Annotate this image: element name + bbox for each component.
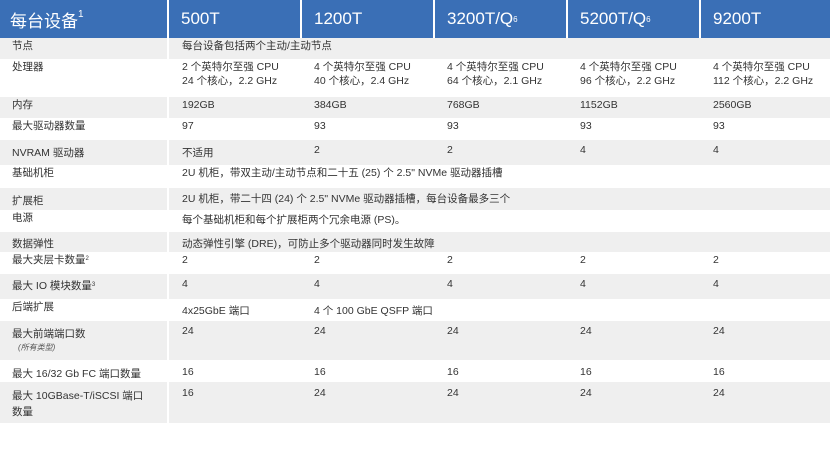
cell: 1152GB [567,97,700,118]
row-nodes: 节点 每台设备包括两个主动/主动节点 [0,38,830,59]
row-label: 后端扩展 [0,299,169,321]
row-io-modules: 最大 IO 模块数量3 4 4 4 4 4 [0,274,830,299]
spec-table: 每台设备1 500T 1200T 3200T/Q6 5200T/Q6 9200T… [0,0,830,423]
row-label: NVRAM 驱动器 [0,140,169,165]
header-row: 每台设备1 500T 1200T 3200T/Q6 5200T/Q6 9200T [0,0,830,38]
row-label: 最大 10GBase-T/iSCSI 端口数量 [0,382,169,423]
cell: 4 [168,274,301,299]
cell: 4 [434,274,567,299]
cell: 384GB [301,97,434,118]
row-label: 最大 16/32 Gb FC 端口数量 [0,360,169,382]
cell: 24 [301,321,434,360]
cell: 93 [447,120,459,132]
cell: 4 [567,274,700,299]
row-mezzanine: 最大夹层卡数量2 2 2 2 2 2 [0,252,830,274]
cell: 2560GB [700,97,830,118]
model-500t: 500T [168,0,302,38]
row-backend: 后端扩展 4x25GbE 端口 4 个 100 GbE QSFP 端口 [0,299,830,321]
row-resiliency: 数据弹性 动态弹性引擎 (DRE)，可防止多个驱动器同时发生故障 [0,232,830,252]
cell: 24 [700,321,830,360]
cell: 97 [182,120,194,132]
row-label: 电源 [0,210,169,232]
row-maxdrives: 最大驱动器数量 97 93 93 93 93 [0,118,830,140]
model-5200tq: 5200T/Q6 [567,0,701,38]
row-value: 每个基础机柜和每个扩展柜两个冗余电源 (PS)。 [182,214,406,226]
cell: 2 个英特尔至强 CPU 24 个核心，2.2 GHz [182,61,279,87]
cell: 16 [314,366,326,378]
cell: 4 个英特尔至强 CPU 40 个核心，2.4 GHz [314,61,411,87]
row-front-ports: 最大前端端口数 (所有类型) 24 24 24 24 24 [0,321,830,360]
row-memory: 内存 192GB 384GB 768GB 1152GB 2560GB [0,97,830,118]
row-nvram: NVRAM 驱动器 不适用 2 2 4 4 [0,140,830,165]
row-value: 动态弹性引擎 (DRE)，可防止多个驱动器同时发生故障 [168,232,830,252]
row-label: 数据弹性 [0,232,169,252]
row-label: 处理器 [0,59,169,97]
cell: 93 [314,120,326,132]
cell: 768GB [434,97,567,118]
cell: 24 [168,321,301,360]
cell: 16 [182,366,194,378]
row-label: 最大前端端口数 (所有类型) [0,321,169,360]
model-9200t: 9200T [700,0,830,38]
cell: 2 [314,254,320,266]
row-power: 电源 每个基础机柜和每个扩展柜两个冗余电源 (PS)。 [0,210,830,232]
cell: 2 [301,140,434,165]
row-value: 4 个 100 GbE QSFP 端口 [314,305,433,317]
cell: 2 [434,140,567,165]
row-label: 基础机柜 [0,165,169,188]
cell: 4 个英特尔至强 CPU 64 个核心，2.1 GHz [447,61,544,87]
cell: 4 个英特尔至强 CPU 96 个核心，2.2 GHz [580,61,677,87]
cell: 2 [713,254,719,266]
row-label: 最大驱动器数量 [0,118,169,140]
row-cpu: 处理器 2 个英特尔至强 CPU 24 个核心，2.2 GHz 4 个英特尔至强 … [0,59,830,97]
cell: 24 [434,321,567,360]
cell: 16 [168,382,301,423]
row-value: 2U 机柜，带二十四 (24) 个 2.5" NVMe 驱动器插槽，每台设备最多… [168,188,830,210]
cell: 24 [567,321,700,360]
cell: 24 [567,382,700,423]
cell: 2 [580,254,586,266]
cell: 192GB [168,97,301,118]
cell: 16 [713,366,725,378]
cell: 4 [567,140,700,165]
row-value: 每台设备包括两个主动/主动节点 [168,38,830,59]
header-title: 每台设备1 [0,0,169,38]
cell: 16 [447,366,459,378]
row-label: 扩展柜 [0,188,169,210]
row-fc-ports: 最大 16/32 Gb FC 端口数量 16 16 16 16 16 [0,360,830,382]
row-iscsi-ports: 最大 10GBase-T/iSCSI 端口数量 16 24 24 24 24 [0,382,830,423]
row-label: 最大夹层卡数量2 [0,252,169,274]
cell: 24 [434,382,567,423]
cell: 4x25GbE 端口 [182,305,250,317]
cell: 93 [580,120,592,132]
cell: 4 [700,274,830,299]
row-label: 内存 [0,97,169,118]
cell: 2 [447,254,453,266]
cell: 16 [580,366,592,378]
cell: 24 [301,382,434,423]
cell: 4 [700,140,830,165]
cell: 24 [700,382,830,423]
cell: 93 [713,120,725,132]
cell: 4 [301,274,434,299]
cell: 4 个英特尔至强 CPU 112 个核心，2.2 GHz [713,61,814,87]
row-base-chassis: 基础机柜 2U 机柜，带双主动/主动节点和二十五 (25) 个 2.5" NVM… [0,165,830,188]
row-label: 最大 IO 模块数量3 [0,274,169,299]
row-label: 节点 [0,38,169,59]
row-expansion: 扩展柜 2U 机柜，带二十四 (24) 个 2.5" NVMe 驱动器插槽，每台… [0,188,830,210]
model-3200tq: 3200T/Q6 [434,0,568,38]
model-1200t: 1200T [301,0,435,38]
row-value: 2U 机柜，带双主动/主动节点和二十五 (25) 个 2.5" NVMe 驱动器… [182,167,503,179]
cell: 2 [182,254,188,266]
cell: 不适用 [168,140,301,165]
